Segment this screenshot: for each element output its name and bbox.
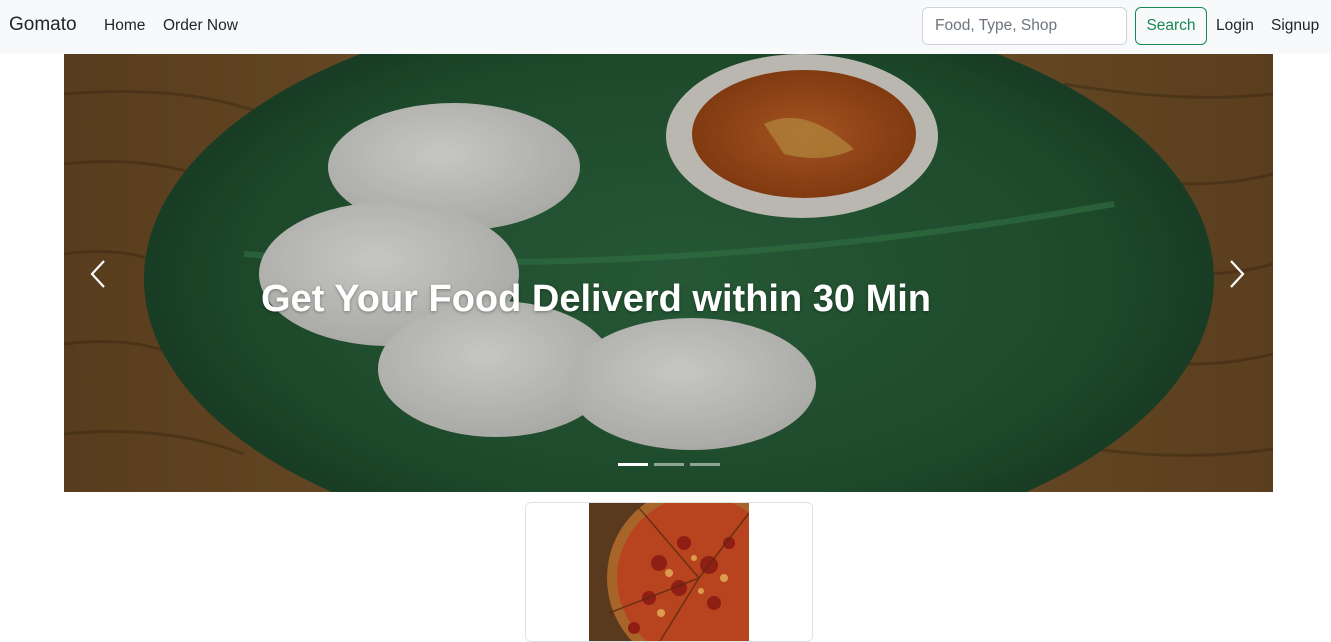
navbar: Gomato Home Order Now Search Login Signu…: [0, 0, 1331, 54]
search-input[interactable]: [922, 7, 1127, 45]
hero-carousel: Get Your Food Deliverd within 30 Min: [64, 54, 1273, 492]
search-button[interactable]: Search: [1135, 7, 1207, 45]
nav-link-order-now[interactable]: Order Now: [163, 17, 238, 35]
carousel-caption: Get Your Food Deliverd within 30 Min: [261, 278, 931, 320]
signup-link[interactable]: Signup: [1271, 17, 1319, 35]
pizza-image: [589, 503, 749, 641]
chevron-left-icon: [90, 260, 105, 288]
chevron-right-icon: [1230, 260, 1245, 288]
carousel-image: [64, 54, 1273, 492]
food-card[interactable]: [525, 502, 813, 642]
carousel-next-button[interactable]: [1203, 234, 1273, 314]
login-link[interactable]: Login: [1216, 17, 1254, 35]
brand-logo[interactable]: Gomato: [9, 14, 77, 36]
carousel-indicator-1[interactable]: [618, 463, 648, 466]
carousel-indicator-2[interactable]: [654, 463, 684, 466]
carousel-prev-button[interactable]: [64, 234, 134, 314]
nav-link-home[interactable]: Home: [104, 17, 145, 35]
carousel-indicator-3[interactable]: [690, 463, 720, 466]
